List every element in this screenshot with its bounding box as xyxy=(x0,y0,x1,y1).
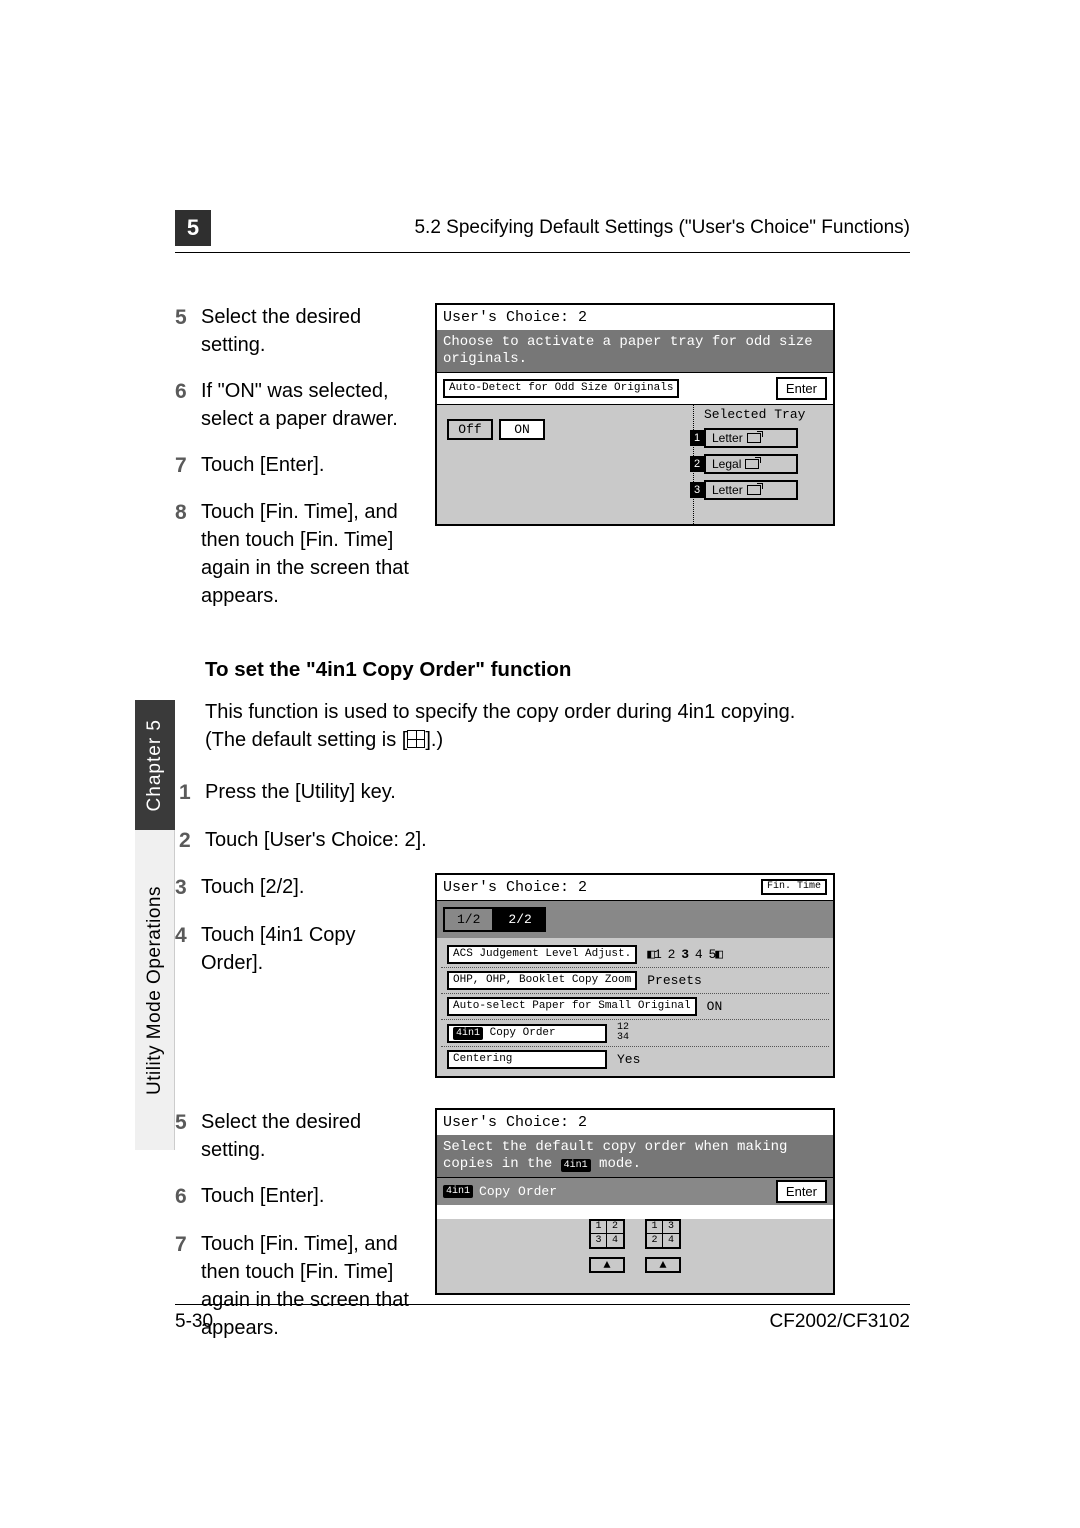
paper-icon xyxy=(747,485,761,495)
subsection-heading: To set the "4in1 Copy Order" function xyxy=(205,658,910,682)
lcd1-tray-3[interactable]: 3 Letter xyxy=(704,480,798,500)
lcd1-tray-label: Selected Tray xyxy=(704,405,825,422)
section-title: 5.2 Specifying Default Settings ("User's… xyxy=(231,217,910,239)
lcd1-tray-2[interactable]: 2 Legal xyxy=(704,454,798,474)
four-in-one-badge: 4in1 xyxy=(443,1185,473,1198)
paper-icon xyxy=(745,459,759,469)
lcd3-order-option-1[interactable]: 1234 xyxy=(589,1219,625,1249)
lcd-screenshot-copy-order: User's Choice: 2 Select the default copy… xyxy=(435,1108,835,1295)
lcd2-title: User's Choice: 2 xyxy=(443,879,587,896)
lcd1-tray-1[interactable]: 1 Letter xyxy=(704,428,798,448)
model-number: CF2002/CF3102 xyxy=(770,1311,910,1333)
grid-icon xyxy=(407,730,425,748)
lcd1-enter-button[interactable]: Enter xyxy=(776,377,827,400)
lcd-screenshot-tray: User's Choice: 2 Choose to activate a pa… xyxy=(435,303,835,526)
lcd3-message: Select the default copy order when makin… xyxy=(437,1135,833,1177)
lcd1-off-button[interactable]: Off xyxy=(447,419,493,440)
steps-list-b-top: 1Press the [Utility] key. 2Touch [User's… xyxy=(179,778,910,855)
subsection-intro: This function is used to specify the cop… xyxy=(205,698,910,754)
lcd3-enter-button[interactable]: Enter xyxy=(776,1180,827,1203)
lcd2-row-acs[interactable]: ACS Judgement Level Adjust. ◧1 2 3 4 5◧ xyxy=(441,942,829,968)
steps-list-a: 5Select the desired setting. 6If "ON" wa… xyxy=(175,303,410,610)
lcd2-row-ohp[interactable]: OHP, OHP, Booklet Copy Zoom Presets xyxy=(441,968,829,994)
side-tab-chapter: Chapter 5 xyxy=(135,700,175,830)
lcd2-row-centering[interactable]: Centering Yes xyxy=(441,1047,829,1072)
chapter-number-box: 5 xyxy=(175,210,211,246)
lcd3-arrow-1[interactable]: ▲ xyxy=(589,1257,625,1273)
lcd2-page-2[interactable]: 2/2 xyxy=(494,907,545,932)
lcd1-field-button[interactable]: Auto-Detect for Odd Size Originals xyxy=(443,379,679,398)
lcd2-row-copy-order[interactable]: 4in1 Copy Order 1234 xyxy=(441,1020,829,1047)
footer-bar: 5-30 CF2002/CF3102 xyxy=(175,1304,910,1333)
steps-list-b-bottom: 3Touch [2/2]. 4Touch [4in1 Copy Order]. xyxy=(175,873,410,976)
lcd1-title: User's Choice: 2 xyxy=(437,305,833,330)
side-tab-section: Utility Mode Operations xyxy=(135,830,175,1150)
lcd3-arrow-2[interactable]: ▲ xyxy=(645,1257,681,1273)
lcd3-order-option-2[interactable]: 1324 xyxy=(645,1219,681,1249)
lcd1-on-button[interactable]: ON xyxy=(499,419,545,440)
lcd-screenshot-settings: User's Choice: 2 Fin. Time 1/2 2/2 ACS J… xyxy=(435,873,835,1078)
header-bar: 5 5.2 Specifying Default Settings ("User… xyxy=(175,210,910,253)
lcd3-title: User's Choice: 2 xyxy=(437,1110,833,1135)
lcd2-page-1[interactable]: 1/2 xyxy=(443,907,494,932)
lcd2-row-autoselect[interactable]: Auto-select Paper for Small Original ON xyxy=(441,994,829,1020)
lcd2-fin-time-button[interactable]: Fin. Time xyxy=(761,879,827,895)
lcd1-message: Choose to activate a paper tray for odd … xyxy=(437,330,833,372)
lcd3-header-label: Copy Order xyxy=(479,1184,557,1199)
page-number: 5-30 xyxy=(175,1311,213,1333)
paper-icon xyxy=(747,433,761,443)
